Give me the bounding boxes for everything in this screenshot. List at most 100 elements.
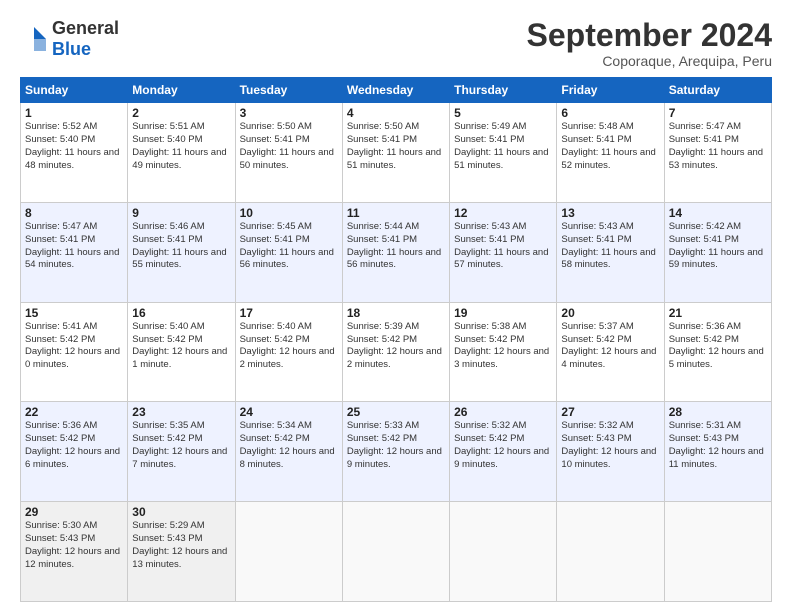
day-number: 4 [347,106,445,120]
day-info: Sunrise: 5:29 AMSunset: 5:43 PMDaylight:… [132,520,230,571]
day-info: Sunrise: 5:36 AMSunset: 5:42 PMDaylight:… [669,321,767,372]
logo-general-text: General [52,18,119,39]
day-info: Sunrise: 5:48 AMSunset: 5:41 PMDaylight:… [561,121,659,172]
calendar-cell: 15Sunrise: 5:41 AMSunset: 5:42 PMDayligh… [21,302,128,402]
day-info: Sunrise: 5:52 AMSunset: 5:40 PMDaylight:… [25,121,123,172]
day-info: Sunrise: 5:32 AMSunset: 5:43 PMDaylight:… [561,420,659,471]
day-number: 30 [132,505,230,519]
calendar-cell: 5Sunrise: 5:49 AMSunset: 5:41 PMDaylight… [450,103,557,203]
calendar-cell: 16Sunrise: 5:40 AMSunset: 5:42 PMDayligh… [128,302,235,402]
day-info: Sunrise: 5:32 AMSunset: 5:42 PMDaylight:… [454,420,552,471]
calendar-cell: 29Sunrise: 5:30 AMSunset: 5:43 PMDayligh… [21,502,128,602]
calendar-cell: 24Sunrise: 5:34 AMSunset: 5:42 PMDayligh… [235,402,342,502]
calendar-cell: 13Sunrise: 5:43 AMSunset: 5:41 PMDayligh… [557,202,664,302]
day-number: 6 [561,106,659,120]
day-number: 23 [132,405,230,419]
calendar-cell: 12Sunrise: 5:43 AMSunset: 5:41 PMDayligh… [450,202,557,302]
weekday-header-sunday: Sunday [21,78,128,103]
logo-icon [20,25,48,53]
calendar-cell: 14Sunrise: 5:42 AMSunset: 5:41 PMDayligh… [664,202,771,302]
day-number: 24 [240,405,338,419]
day-number: 19 [454,306,552,320]
day-number: 14 [669,206,767,220]
day-info: Sunrise: 5:47 AMSunset: 5:41 PMDaylight:… [669,121,767,172]
day-number: 25 [347,405,445,419]
day-number: 26 [454,405,552,419]
weekday-header-saturday: Saturday [664,78,771,103]
weekday-header-tuesday: Tuesday [235,78,342,103]
day-number: 16 [132,306,230,320]
day-info: Sunrise: 5:40 AMSunset: 5:42 PMDaylight:… [132,321,230,372]
calendar-cell [664,502,771,602]
weekday-header-wednesday: Wednesday [342,78,449,103]
day-number: 3 [240,106,338,120]
day-info: Sunrise: 5:51 AMSunset: 5:40 PMDaylight:… [132,121,230,172]
day-info: Sunrise: 5:31 AMSunset: 5:43 PMDaylight:… [669,420,767,471]
day-number: 12 [454,206,552,220]
calendar-cell [557,502,664,602]
weekday-header-friday: Friday [557,78,664,103]
calendar-cell [342,502,449,602]
day-number: 18 [347,306,445,320]
calendar-cell: 26Sunrise: 5:32 AMSunset: 5:42 PMDayligh… [450,402,557,502]
day-info: Sunrise: 5:34 AMSunset: 5:42 PMDaylight:… [240,420,338,471]
day-number: 10 [240,206,338,220]
calendar-table: SundayMondayTuesdayWednesdayThursdayFrid… [20,77,772,602]
day-info: Sunrise: 5:36 AMSunset: 5:42 PMDaylight:… [25,420,123,471]
day-info: Sunrise: 5:40 AMSunset: 5:42 PMDaylight:… [240,321,338,372]
header-right: September 2024 Coporaque, Arequipa, Peru [527,18,772,69]
day-info: Sunrise: 5:35 AMSunset: 5:42 PMDaylight:… [132,420,230,471]
day-info: Sunrise: 5:46 AMSunset: 5:41 PMDaylight:… [132,221,230,272]
day-info: Sunrise: 5:42 AMSunset: 5:41 PMDaylight:… [669,221,767,272]
day-number: 22 [25,405,123,419]
calendar-cell: 17Sunrise: 5:40 AMSunset: 5:42 PMDayligh… [235,302,342,402]
day-info: Sunrise: 5:30 AMSunset: 5:43 PMDaylight:… [25,520,123,571]
day-info: Sunrise: 5:43 AMSunset: 5:41 PMDaylight:… [561,221,659,272]
calendar-cell: 7Sunrise: 5:47 AMSunset: 5:41 PMDaylight… [664,103,771,203]
logo-blue-text: Blue [52,39,91,59]
calendar-cell: 1Sunrise: 5:52 AMSunset: 5:40 PMDaylight… [21,103,128,203]
day-info: Sunrise: 5:39 AMSunset: 5:42 PMDaylight:… [347,321,445,372]
day-info: Sunrise: 5:50 AMSunset: 5:41 PMDaylight:… [240,121,338,172]
day-number: 13 [561,206,659,220]
calendar-cell: 3Sunrise: 5:50 AMSunset: 5:41 PMDaylight… [235,103,342,203]
day-number: 27 [561,405,659,419]
logo: General Blue [20,18,119,60]
month-title: September 2024 [527,18,772,53]
calendar-cell [450,502,557,602]
day-number: 28 [669,405,767,419]
calendar-cell: 8Sunrise: 5:47 AMSunset: 5:41 PMDaylight… [21,202,128,302]
calendar-cell: 28Sunrise: 5:31 AMSunset: 5:43 PMDayligh… [664,402,771,502]
day-number: 8 [25,206,123,220]
calendar-cell: 9Sunrise: 5:46 AMSunset: 5:41 PMDaylight… [128,202,235,302]
day-number: 29 [25,505,123,519]
calendar-cell: 30Sunrise: 5:29 AMSunset: 5:43 PMDayligh… [128,502,235,602]
location: Coporaque, Arequipa, Peru [527,53,772,69]
calendar-cell [235,502,342,602]
day-number: 20 [561,306,659,320]
calendar-cell: 25Sunrise: 5:33 AMSunset: 5:42 PMDayligh… [342,402,449,502]
calendar-cell: 23Sunrise: 5:35 AMSunset: 5:42 PMDayligh… [128,402,235,502]
calendar-cell: 22Sunrise: 5:36 AMSunset: 5:42 PMDayligh… [21,402,128,502]
weekday-header-monday: Monday [128,78,235,103]
weekday-header-thursday: Thursday [450,78,557,103]
day-number: 21 [669,306,767,320]
calendar-cell: 4Sunrise: 5:50 AMSunset: 5:41 PMDaylight… [342,103,449,203]
day-number: 5 [454,106,552,120]
day-number: 17 [240,306,338,320]
calendar-cell: 2Sunrise: 5:51 AMSunset: 5:40 PMDaylight… [128,103,235,203]
calendar-cell: 11Sunrise: 5:44 AMSunset: 5:41 PMDayligh… [342,202,449,302]
calendar-cell: 19Sunrise: 5:38 AMSunset: 5:42 PMDayligh… [450,302,557,402]
day-number: 2 [132,106,230,120]
calendar-cell: 20Sunrise: 5:37 AMSunset: 5:42 PMDayligh… [557,302,664,402]
day-number: 11 [347,206,445,220]
day-number: 9 [132,206,230,220]
day-info: Sunrise: 5:49 AMSunset: 5:41 PMDaylight:… [454,121,552,172]
day-info: Sunrise: 5:33 AMSunset: 5:42 PMDaylight:… [347,420,445,471]
day-info: Sunrise: 5:45 AMSunset: 5:41 PMDaylight:… [240,221,338,272]
day-number: 15 [25,306,123,320]
calendar-cell: 18Sunrise: 5:39 AMSunset: 5:42 PMDayligh… [342,302,449,402]
day-number: 7 [669,106,767,120]
day-info: Sunrise: 5:43 AMSunset: 5:41 PMDaylight:… [454,221,552,272]
calendar-cell: 27Sunrise: 5:32 AMSunset: 5:43 PMDayligh… [557,402,664,502]
